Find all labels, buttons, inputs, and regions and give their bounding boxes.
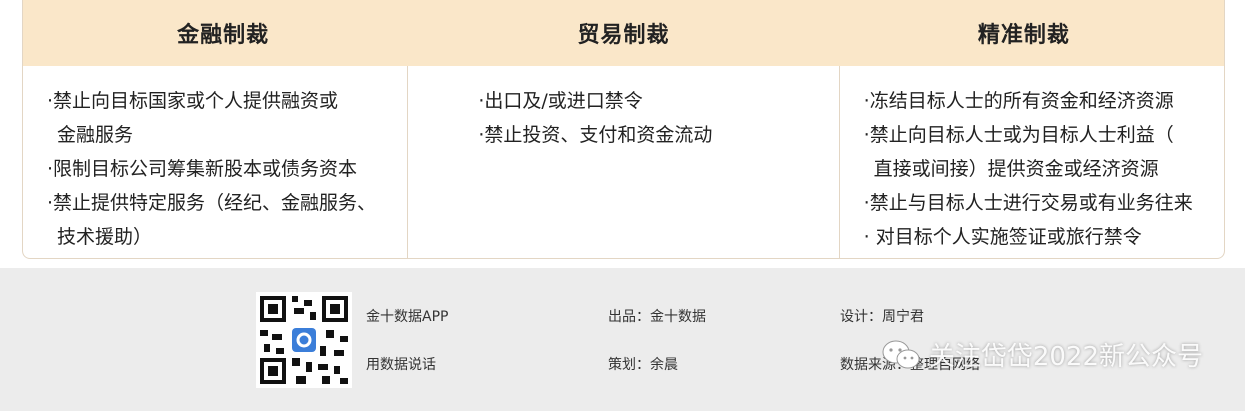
- targeted-column: ·冻结目标人士的所有资金和经济资源 ·禁止向目标人士或为目标人士利益（ 直接或间…: [840, 66, 1224, 258]
- list-item: ·禁止与目标人士进行交易或有业务往来: [863, 192, 1193, 214]
- app-name: 金十数据APP: [366, 309, 449, 325]
- list-item: ·禁止投资、支付和资金流动: [478, 124, 713, 146]
- credits-footer: 金十数据APP 用数据说话 出品：金十数据 策划：余晨 设计：周宁君 数据来源：…: [0, 268, 1245, 411]
- slogan: 用数据说话: [366, 357, 436, 373]
- list-item: ·禁止向目标人士或为目标人士利益（ 直接或间接）提供资金或经济资源: [863, 124, 1174, 180]
- header-financial: 金融制裁: [177, 23, 270, 48]
- header-targeted: 精准制裁: [977, 23, 1070, 48]
- list-item: ·禁止提供特定服务（经纪、金融服务、 技术援助）: [47, 192, 377, 248]
- header-trade: 贸易制裁: [577, 23, 670, 48]
- sanctions-table: 金融制裁 贸易制裁 精准制裁 ·禁止向目标国家或个人提供融资或 金融服务 ·限制…: [22, 0, 1225, 259]
- designer: 设计：周宁君: [840, 309, 924, 325]
- trade-column: ·出口及/或进口禁令 ·禁止投资、支付和资金流动: [408, 66, 840, 258]
- list-item: · 对目标个人实施签证或旅行禁令: [863, 226, 1142, 248]
- table-body: ·禁止向目标国家或个人提供融资或 金融服务 ·限制目标公司筹集新股本或债务资本 …: [23, 66, 1224, 258]
- producer: 出品：金十数据: [608, 309, 706, 325]
- list-item: ·禁止向目标国家或个人提供融资或 金融服务: [47, 90, 339, 146]
- wechat-icon: [881, 339, 921, 371]
- qr-code-icon[interactable]: [256, 292, 352, 388]
- table-header: 金融制裁 贸易制裁 精准制裁: [23, 0, 1224, 66]
- financial-column: ·禁止向目标国家或个人提供融资或 金融服务 ·限制目标公司筹集新股本或债务资本 …: [23, 66, 409, 258]
- wechat-watermark: 关注岱岱2022新公众号: [881, 336, 1203, 373]
- list-item: ·出口及/或进口禁令: [478, 90, 643, 112]
- list-item: ·限制目标公司筹集新股本或债务资本: [47, 158, 358, 180]
- planner: 策划：余晨: [608, 357, 678, 373]
- watermark-text: 关注岱岱2022新公众号: [928, 342, 1203, 372]
- list-item: ·冻结目标人士的所有资金和经济资源: [863, 90, 1174, 112]
